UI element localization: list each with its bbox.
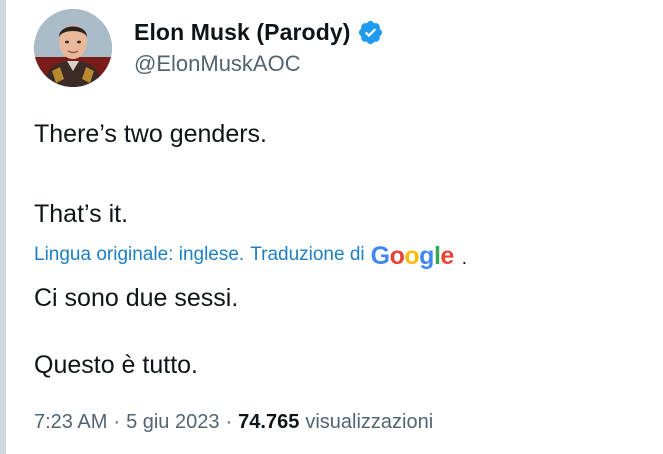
author-handle[interactable]: @ElonMuskAOC <box>134 51 384 77</box>
tweet-meta: 7:23 AM · 5 giu 2023 · 74.765 visualizza… <box>34 411 433 434</box>
tweet-text-line-1: There’s two genders. <box>34 120 267 148</box>
meta-separator-2: · <box>225 411 233 433</box>
profile-photo-icon <box>34 9 112 87</box>
avatar[interactable] <box>34 9 112 87</box>
verified-badge-icon[interactable] <box>357 19 384 46</box>
meta-separator-1: · <box>113 411 121 433</box>
tweet-text-line-2: That’s it. <box>34 200 129 228</box>
translated-text-line-2: Questo è tutto. <box>34 351 198 379</box>
original-language-link[interactable]: Lingua originale: inglese. <box>34 244 244 266</box>
author-names: Elon Musk (Parody) @ElonMuskAOC <box>134 15 384 77</box>
translation-attribution: Lingua originale: inglese. Traduzione di… <box>34 240 467 270</box>
tweet-header: Elon Musk (Parody) @ElonMuskAOC <box>34 8 384 88</box>
views-label[interactable]: visualizzazioni <box>305 411 433 434</box>
tweet-date[interactable]: 5 giu 2023 <box>126 411 219 434</box>
author-display-name[interactable]: Elon Musk (Parody) <box>134 19 351 46</box>
display-name-row: Elon Musk (Parody) <box>134 15 384 49</box>
translated-by-label[interactable]: Traduzione di <box>250 244 364 266</box>
tweet-time[interactable]: 7:23 AM <box>34 411 107 434</box>
translation-trailing-dot: . <box>461 248 468 269</box>
translated-text-line-1: Ci sono due sessi. <box>34 284 239 312</box>
tweet-card: Elon Musk (Parody) @ElonMuskAOC There’s … <box>0 0 663 454</box>
google-logo: Google <box>370 241 455 270</box>
views-count[interactable]: 74.765 <box>238 411 299 434</box>
